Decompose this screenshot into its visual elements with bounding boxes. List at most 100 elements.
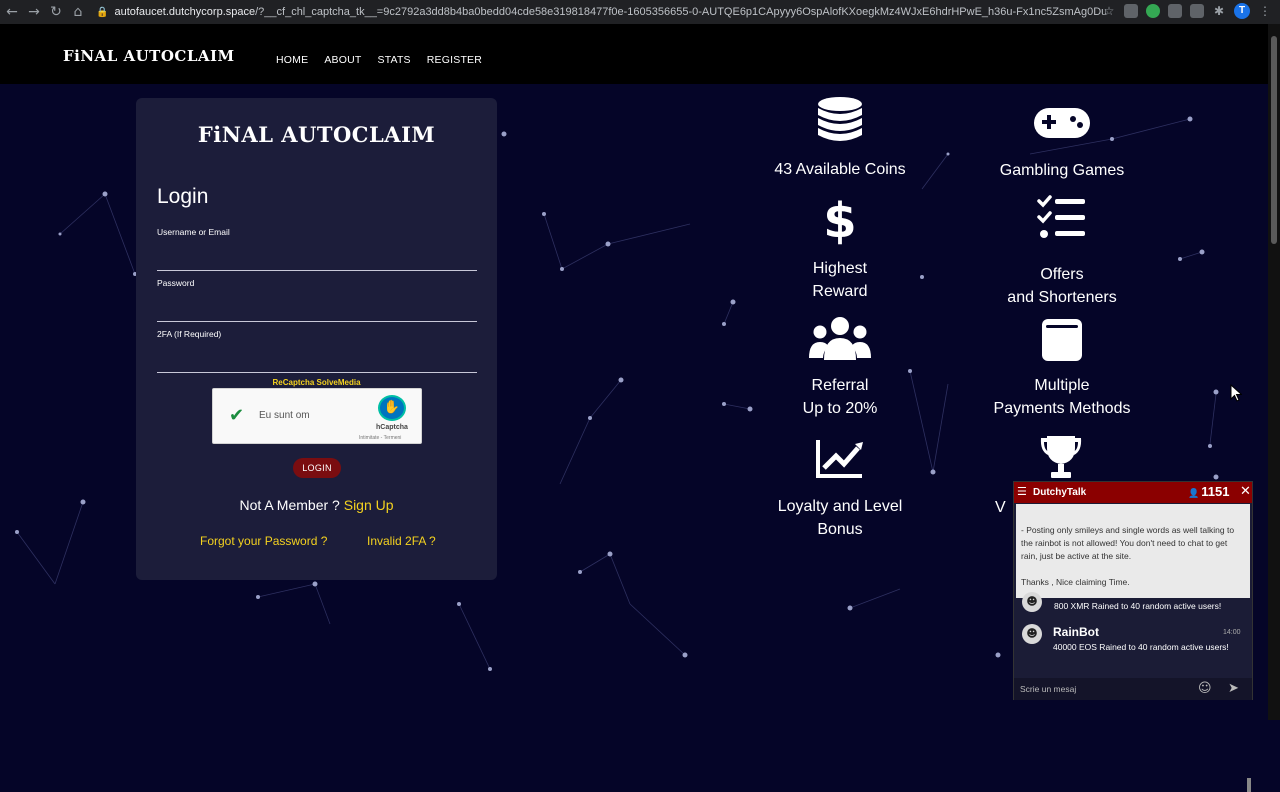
wallet-icon [1042,319,1082,361]
feature-label: Up to 20% [802,400,878,417]
feature-label: Reward [812,283,868,300]
feature-label: Referral [811,377,869,394]
puzzle-icon[interactable]: ✱ [1212,4,1226,18]
feature-label: Gambling Games [999,162,1125,179]
site-header: FiNAL AUTOCLAIM HOME ABOUT STATS REGISTE… [0,24,1268,84]
reload-icon[interactable]: ↻ [46,2,66,22]
hamburger-icon[interactable]: ☰ [1017,485,1027,498]
nav-home[interactable]: HOME [276,54,308,66]
chat-scrollbar[interactable] [1247,778,1251,792]
dollar-icon: $ [823,193,856,245]
feature-label: 43 Available Coins [774,161,906,178]
chat-messages: ☻ 800 XMR Rained to 40 random active use… [1014,592,1252,792]
chat-user-count: 👤 1151 [1188,484,1229,499]
extension-icon[interactable] [1190,4,1204,18]
chat-input-bar: ☺ ➤ [1014,678,1252,700]
chat-message-text: 40000 EOS Rained to 40 random active use… [1053,642,1229,652]
login-title: Login [157,185,209,208]
not-member-text: Not A Member ? [239,497,340,513]
chat-header[interactable]: ☰ DutchyTalk 👤 1151 ✕ [1014,482,1252,503]
chat-title: DutchyTalk [1033,487,1087,498]
checkmark-icon: ✔ [229,405,245,426]
login-button[interactable]: LOGIN [293,458,341,478]
username-label: Username or Email [157,227,230,237]
feature-loyalty: Loyalty and Level Bonus [765,438,915,541]
url-host: autofaucet.dutchycorp.space [114,6,256,18]
users-icon [809,317,871,360]
bookmark-star-icon[interactable]: ☆ [1102,4,1116,18]
chat-message-text: 800 XMR Rained to 40 random active users… [1054,601,1222,611]
address-bar[interactable]: 🔒 autofaucet.dutchycorp.space /?__cf_chl… [96,2,1106,22]
lock-icon: 🔒 [96,6,109,18]
extension-icon[interactable] [1124,4,1138,18]
close-icon[interactable]: ✕ [1240,484,1251,499]
menu-dots-icon[interactable]: ⋮ [1258,4,1272,18]
forgot-password-link[interactable]: Forgot your Password ? [200,534,327,548]
feature-gambling: Gambling Games [986,106,1138,182]
captcha-selector[interactable]: ReCaptcha SolveMedia [136,378,497,387]
site-logo[interactable]: FiNAL AUTOCLAIM [63,47,235,65]
mouse-cursor-icon [1230,384,1242,402]
forward-icon[interactable]: → [24,2,44,22]
bot-avatar: ☻ [1022,624,1042,644]
invalid-2fa-link[interactable]: Invalid 2FA ? [367,534,436,548]
nav-stats[interactable]: STATS [377,54,410,66]
chat-message-time: 14:00 [1223,629,1241,636]
signup-prompt: Not A Member ? Sign Up [136,497,497,513]
captcha-footer[interactable]: Intimitate - Termeni [359,435,401,441]
nav-register[interactable]: REGISTER [427,54,482,66]
username-field[interactable] [157,270,477,271]
send-icon[interactable]: ➤ [1228,681,1239,696]
twofa-label: 2FA (If Required) [157,329,222,339]
notice-thanks-text: Thanks , Nice claiming Time. [1021,577,1130,587]
feature-label: Loyalty and Level [777,498,903,515]
twofa-field[interactable] [157,372,477,373]
chat-message-author[interactable]: RainBot [1053,625,1099,639]
chart-icon [816,440,863,478]
extension-green-icon[interactable] [1146,4,1160,18]
feature-payments: Multiple Payments Methods [976,316,1148,420]
feature-label: Bonus [817,521,863,538]
chat-rules-notice: - Posting only smileys and single words … [1016,504,1250,598]
url-path: /?__cf_chl_captcha_tk__=9c2792a3dd8b4ba0… [255,6,1106,18]
chat-message-input[interactable] [1020,682,1190,696]
password-label: Password [157,278,195,288]
gamepad-icon [1034,108,1090,138]
feature-coins: 43 Available Coins [765,96,915,181]
chat-widget: ☰ DutchyTalk 👤 1151 ✕ - Posting only smil… [1013,481,1253,792]
feature-label: Offers [1040,266,1084,283]
login-panel: FiNAL AUTOCLAIM Login Username or Email … [136,98,497,580]
captcha-brand: hCaptcha [376,424,408,431]
emoji-icon[interactable]: ☺ [1198,681,1212,696]
password-field[interactable] [157,321,477,322]
scrollbar-thumb[interactable] [1271,36,1277,244]
extensions-bar: ☆ ✱ T ⋮ [1102,3,1272,19]
browser-toolbar: ← → ↻ ⌂ 🔒 autofaucet.dutchycorp.space /?… [0,0,1280,24]
nav-about[interactable]: ABOUT [324,54,361,66]
signup-link[interactable]: Sign Up [344,497,394,513]
feature-label: Payments Methods [993,400,1131,417]
feature-reward: $ Highest Reward [790,193,890,303]
back-icon[interactable]: ← [2,2,22,22]
feature-offers: Offers and Shorteners [986,195,1138,309]
user-count-value: 1151 [1201,484,1230,499]
hcaptcha-logo-icon: ✋ [378,395,406,421]
user-icon: 👤 [1188,489,1200,499]
bot-avatar: ☻ [1022,592,1042,612]
feature-label: Multiple [1034,377,1090,394]
hcaptcha-widget[interactable]: ✔ Eu sunt om ✋ hCaptcha Intimitate - Ter… [212,388,422,444]
checklist-icon [1037,195,1085,238]
trophy-icon [1040,436,1082,478]
page-scrollbar[interactable] [1268,24,1280,720]
feature-label: Highest [812,260,868,277]
feature-referral: Referral Up to 20% [790,316,890,420]
svg-text:$: $ [823,193,856,245]
home-icon[interactable]: ⌂ [68,2,88,22]
coins-icon [818,97,862,141]
notice-rules-text: - Posting only smileys and single words … [1021,525,1235,561]
captcha-status: Eu sunt om [259,410,310,421]
main-nav: HOME ABOUT STATS REGISTER [276,54,498,66]
feature-label: and Shorteners [1007,289,1117,306]
profile-avatar[interactable]: T [1234,3,1250,19]
extension-icon[interactable] [1168,4,1182,18]
